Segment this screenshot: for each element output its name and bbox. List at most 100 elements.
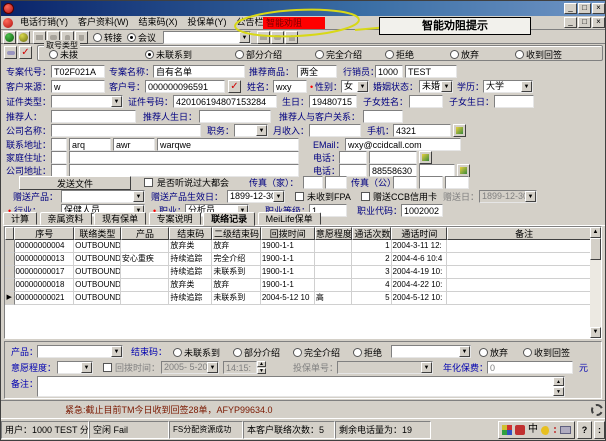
scroll-up-icon[interactable]: ▲ — [590, 227, 601, 238]
premium-field[interactable] — [487, 361, 573, 374]
verify-customer-button[interactable]: ✓ — [228, 80, 241, 93]
id-type-select[interactable]: ▼ — [51, 95, 123, 108]
fax-home-field-1[interactable] — [303, 176, 323, 189]
endcode-radio-full[interactable] — [293, 348, 302, 357]
dial-mobile-button[interactable] — [453, 124, 466, 137]
dial-phone-button[interactable] — [4, 46, 17, 59]
grid-vertical-scrollbar[interactable]: ▲ ▼ — [590, 227, 601, 338]
contact-addr-field-2[interactable] — [69, 138, 111, 151]
restore-button[interactable]: □ — [578, 3, 591, 14]
ccb-checkbox[interactable] — [361, 192, 370, 201]
reject-reason-select[interactable]: ▼ — [391, 345, 471, 358]
birthday-field[interactable] — [309, 95, 357, 108]
tray-network-icon[interactable] — [502, 425, 512, 435]
dial-radio-full-intro[interactable] — [315, 50, 324, 59]
job-title-select[interactable]: ▼ — [234, 124, 268, 137]
close-button[interactable]: × — [592, 3, 605, 14]
conference-radio[interactable] — [127, 33, 136, 42]
col-contact-type[interactable]: 联络类型 — [74, 227, 121, 240]
offhook-button[interactable] — [3, 31, 16, 44]
dial-phone1-button[interactable] — [419, 151, 432, 164]
tab-case-desc[interactable]: 专案说明 — [149, 212, 201, 225]
mobile-field[interactable] — [393, 124, 451, 137]
dial-radio-abandon[interactable] — [450, 50, 459, 59]
bell-button[interactable] — [285, 31, 298, 44]
heard-checkbox[interactable] — [144, 178, 153, 187]
col-end-code[interactable]: 结束码 — [169, 227, 212, 240]
chevron-down-icon[interactable]: ▼ — [459, 346, 470, 357]
col-product[interactable]: 产品 — [121, 227, 170, 240]
confirm-code-button[interactable]: ✓ — [19, 46, 32, 59]
endcode-radio-partial[interactable] — [233, 348, 242, 357]
referrer-relation-field[interactable] — [363, 110, 403, 123]
col-sub-end-code[interactable]: 二级结束码 — [212, 227, 261, 240]
col-remark[interactable]: 备注 — [447, 227, 601, 240]
col-call-time[interactable]: 通话时间 — [391, 227, 447, 240]
chevron-down-icon[interactable]: ▼ — [81, 362, 92, 373]
conference-target-select[interactable]: ▼ — [163, 31, 251, 44]
home-addr-field-2[interactable] — [69, 151, 299, 164]
col-call-count[interactable]: 通话次数 — [352, 227, 391, 240]
tab-meilife-policy[interactable]: MeiLife保单 — [258, 212, 321, 225]
fax-office-field-3[interactable] — [445, 176, 469, 189]
col-willingness[interactable]: 意愿程度 — [315, 227, 352, 240]
chevron-down-icon[interactable]: ▼ — [357, 81, 368, 92]
dial-radio-not-reached[interactable] — [145, 50, 154, 59]
tab-contact-record[interactable]: 联络记录 — [203, 212, 255, 226]
agent-name-field[interactable] — [405, 65, 457, 78]
contact-addr-field-3[interactable] — [113, 138, 155, 151]
mdi-close-button[interactable]: × — [592, 17, 605, 28]
chevron-down-icon[interactable]: ▼ — [256, 125, 267, 136]
consult-button[interactable] — [257, 31, 270, 44]
child-birthday-field[interactable] — [494, 95, 534, 108]
scroll-down-icon[interactable]: ▼ — [553, 387, 564, 396]
tray-moon-icon[interactable] — [541, 426, 550, 435]
gift-product-select[interactable]: ▼ — [61, 190, 145, 203]
name-field[interactable] — [273, 80, 307, 93]
menu-telemarketing[interactable]: 电话行销(Y) — [15, 16, 73, 29]
phone1-no-field[interactable] — [369, 151, 417, 164]
tab-relatives[interactable]: 亲属资料 — [40, 212, 92, 225]
scroll-down-icon[interactable]: ▼ — [590, 327, 601, 338]
fax-office-field-2[interactable] — [419, 176, 443, 189]
willingness-select[interactable]: ▼ — [57, 361, 93, 374]
company-name-field[interactable] — [51, 124, 201, 137]
table-row[interactable]: 00000000018 OUTBOUND 放弃类 放弃 1900-1-1 4 2… — [5, 279, 601, 292]
child-name-field[interactable] — [409, 95, 443, 108]
table-row-current[interactable]: ▶ 00000000021 OUTBOUND 持续追踪 未联系到 2004-5-… — [5, 292, 601, 305]
agent-id-field[interactable] — [375, 65, 403, 78]
table-row[interactable]: 00000000004 OUTBOUND 放弃类 放弃 1900-1-1 1 2… — [5, 240, 601, 253]
case-name-field[interactable] — [153, 65, 245, 78]
tray-ime-icon[interactable]: 中 — [528, 425, 538, 435]
menu-end-code[interactable]: 结束码(X) — [134, 16, 183, 29]
chevron-down-icon[interactable]: ▼ — [273, 191, 284, 202]
contact-addr-field-4[interactable] — [157, 138, 299, 151]
more-button[interactable]: : — [594, 421, 605, 439]
contact-addr-field-1[interactable] — [51, 138, 67, 151]
chevron-down-icon[interactable]: ▼ — [239, 32, 250, 43]
scrollbar-thumb[interactable] — [590, 238, 601, 260]
tray-printer-icon[interactable] — [560, 426, 571, 434]
customer-source-field[interactable] — [51, 80, 105, 93]
customer-no-field[interactable] — [145, 80, 225, 93]
callback-checkbox[interactable] — [103, 363, 112, 372]
gender-select[interactable]: 女 ▼ — [341, 80, 369, 93]
tab-existing-policy[interactable]: 现有保单 — [94, 212, 146, 225]
home-addr-field-1[interactable] — [51, 151, 67, 164]
menu-customer-data[interactable]: 客户资料(W) — [73, 16, 134, 29]
mdi-restore-button[interactable]: □ — [578, 17, 591, 28]
col-callback-time[interactable]: 回拨时间 — [261, 227, 315, 240]
id-no-field[interactable] — [173, 95, 277, 108]
send-file-button[interactable]: 发送文件 — [19, 176, 131, 190]
chevron-down-icon[interactable]: ▼ — [111, 96, 122, 107]
fax-home-field-2[interactable] — [325, 176, 347, 189]
scroll-up-icon[interactable]: ▲ — [553, 377, 564, 386]
recommended-product-field[interactable] — [297, 65, 337, 78]
chevron-down-icon[interactable]: ▼ — [133, 191, 144, 202]
monthly-income-field[interactable] — [309, 124, 361, 137]
dial-radio-not-dialed[interactable] — [49, 50, 58, 59]
chevron-down-icon[interactable]: ▼ — [441, 81, 452, 92]
transfer-radio[interactable] — [93, 33, 102, 42]
hangup-button[interactable] — [17, 31, 30, 44]
bottom-product-select[interactable]: ▼ — [37, 345, 123, 358]
